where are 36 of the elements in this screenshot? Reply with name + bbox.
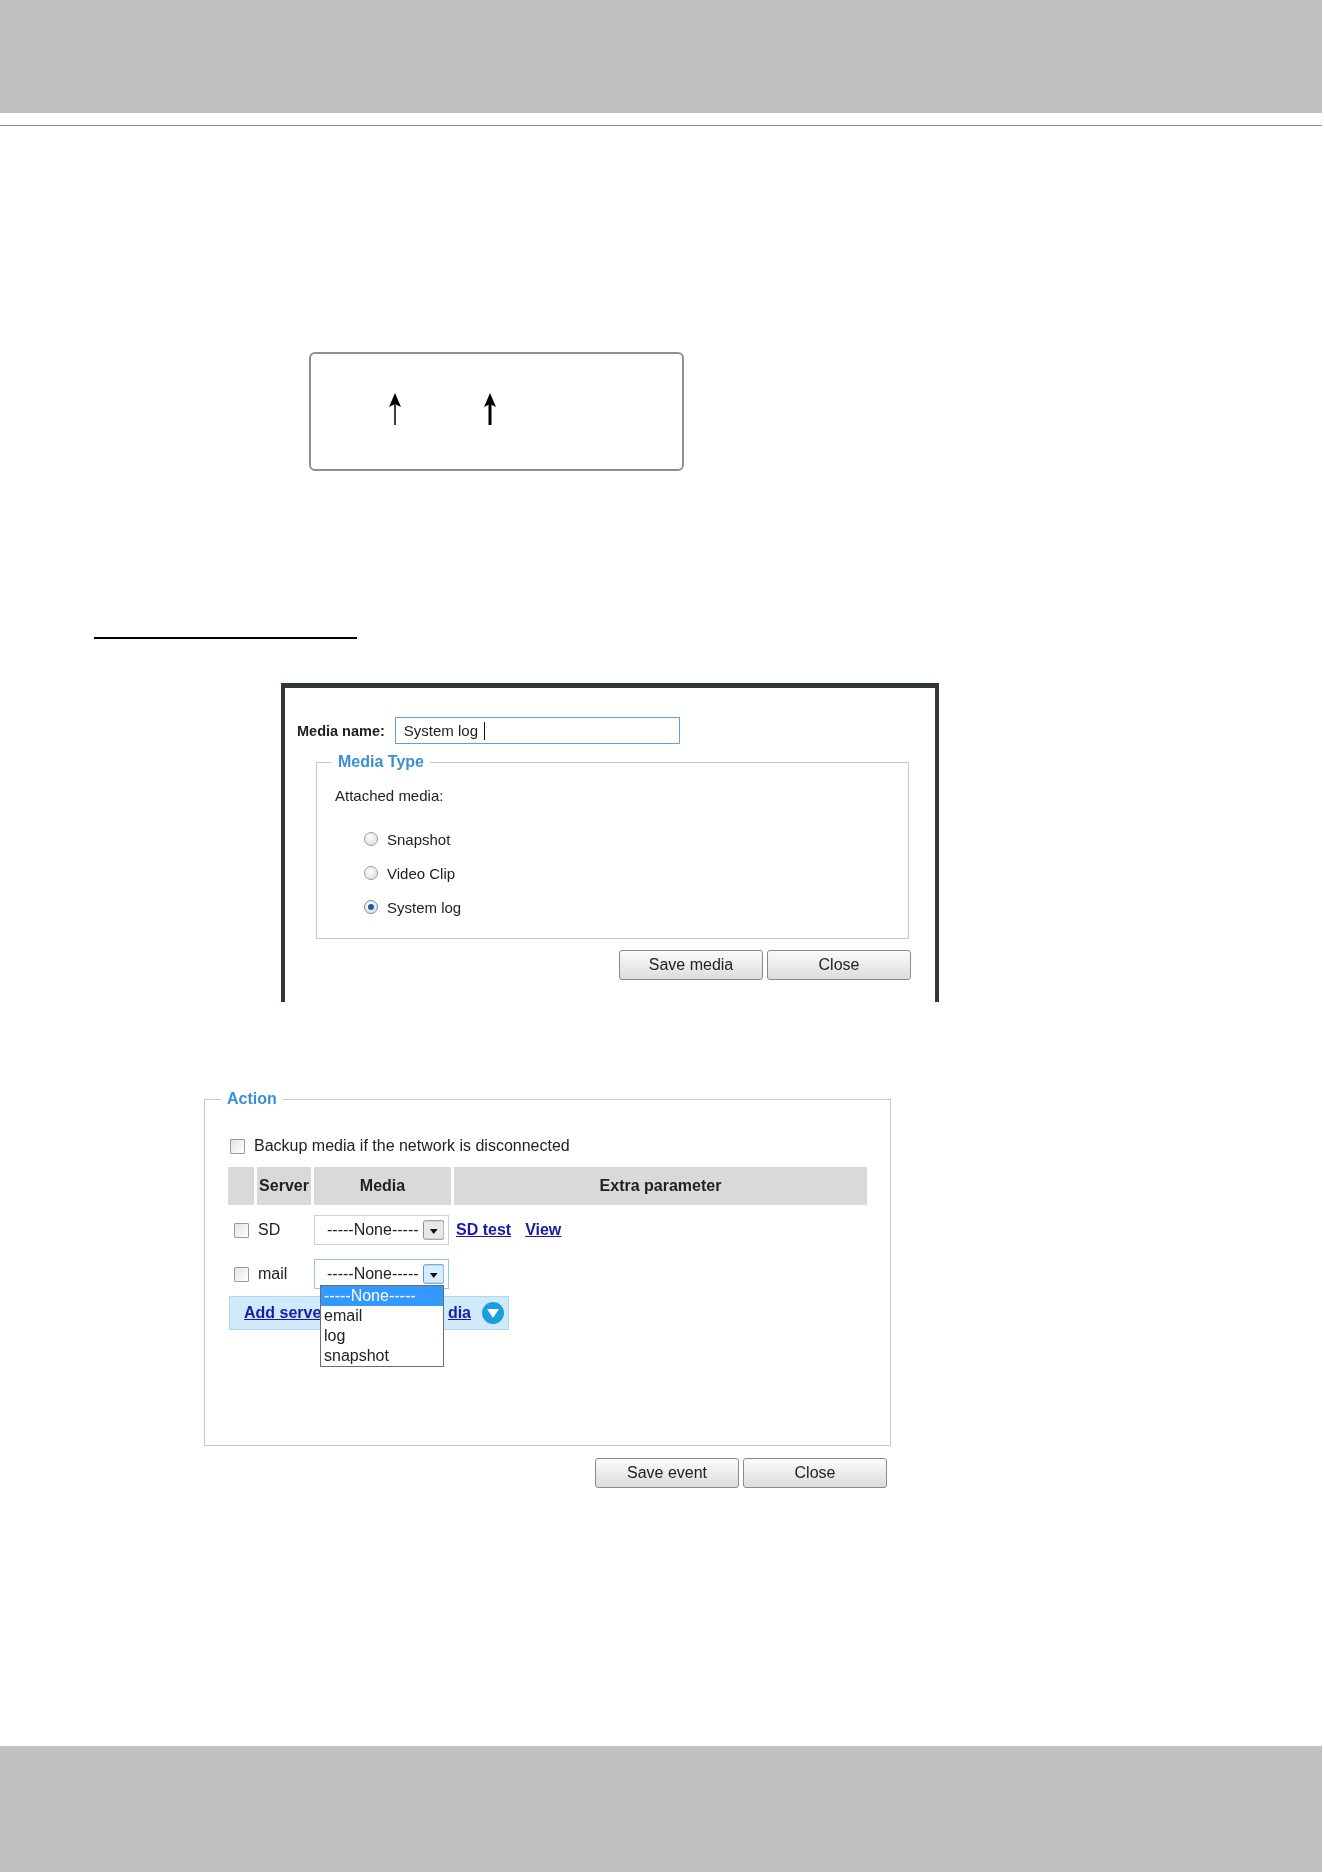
radio-button[interactable] bbox=[364, 866, 378, 880]
column-header: Extra parameter bbox=[454, 1167, 867, 1205]
table-header-cell bbox=[228, 1167, 254, 1205]
column-header: Media bbox=[314, 1167, 451, 1205]
server-name: mail bbox=[258, 1265, 288, 1283]
link[interactable]: SD test bbox=[456, 1221, 512, 1239]
radio-label[interactable]: System log bbox=[387, 898, 462, 916]
media-type-legend: Media Type bbox=[332, 753, 430, 771]
checkbox[interactable] bbox=[233, 1266, 249, 1282]
dialog-button[interactable]: Close bbox=[743, 1458, 887, 1488]
link[interactable]: View bbox=[525, 1221, 562, 1239]
media-select[interactable]: -----None----- bbox=[314, 1215, 449, 1245]
text-cursor-icon bbox=[484, 721, 486, 740]
action-legend: Action bbox=[221, 1090, 283, 1108]
radio-label[interactable]: Video Clip bbox=[387, 864, 456, 882]
dropdown-option[interactable]: snapshot bbox=[321, 1346, 443, 1366]
up-arrow-icon bbox=[483, 393, 497, 425]
checkbox[interactable] bbox=[230, 1138, 245, 1154]
dropdown-option[interactable]: log bbox=[321, 1326, 443, 1346]
up-arrow-icon bbox=[388, 393, 402, 425]
radio-label[interactable]: Snapshot bbox=[387, 830, 451, 848]
radio-button[interactable] bbox=[364, 832, 378, 846]
column-header: Server bbox=[257, 1167, 311, 1205]
checkbox-label[interactable]: Backup media if the network is disconnected bbox=[254, 1137, 570, 1155]
radio-button[interactable] bbox=[364, 900, 378, 914]
media-name-label: Media name: bbox=[297, 722, 385, 739]
dropdown-option[interactable]: email bbox=[321, 1306, 443, 1326]
add-server-link[interactable]: Add serve bbox=[244, 1304, 322, 1322]
dialog-button[interactable]: Close bbox=[767, 950, 911, 980]
server-name: SD bbox=[258, 1221, 281, 1239]
add-media-link[interactable]: dia bbox=[447, 1304, 471, 1322]
dialog-button[interactable]: Save media bbox=[619, 950, 763, 980]
attached-media-label: Attached media: bbox=[335, 786, 445, 806]
media-name-input[interactable]: System log bbox=[394, 717, 680, 744]
dialog-button[interactable]: Save event bbox=[595, 1458, 739, 1488]
checkbox[interactable] bbox=[233, 1222, 249, 1238]
